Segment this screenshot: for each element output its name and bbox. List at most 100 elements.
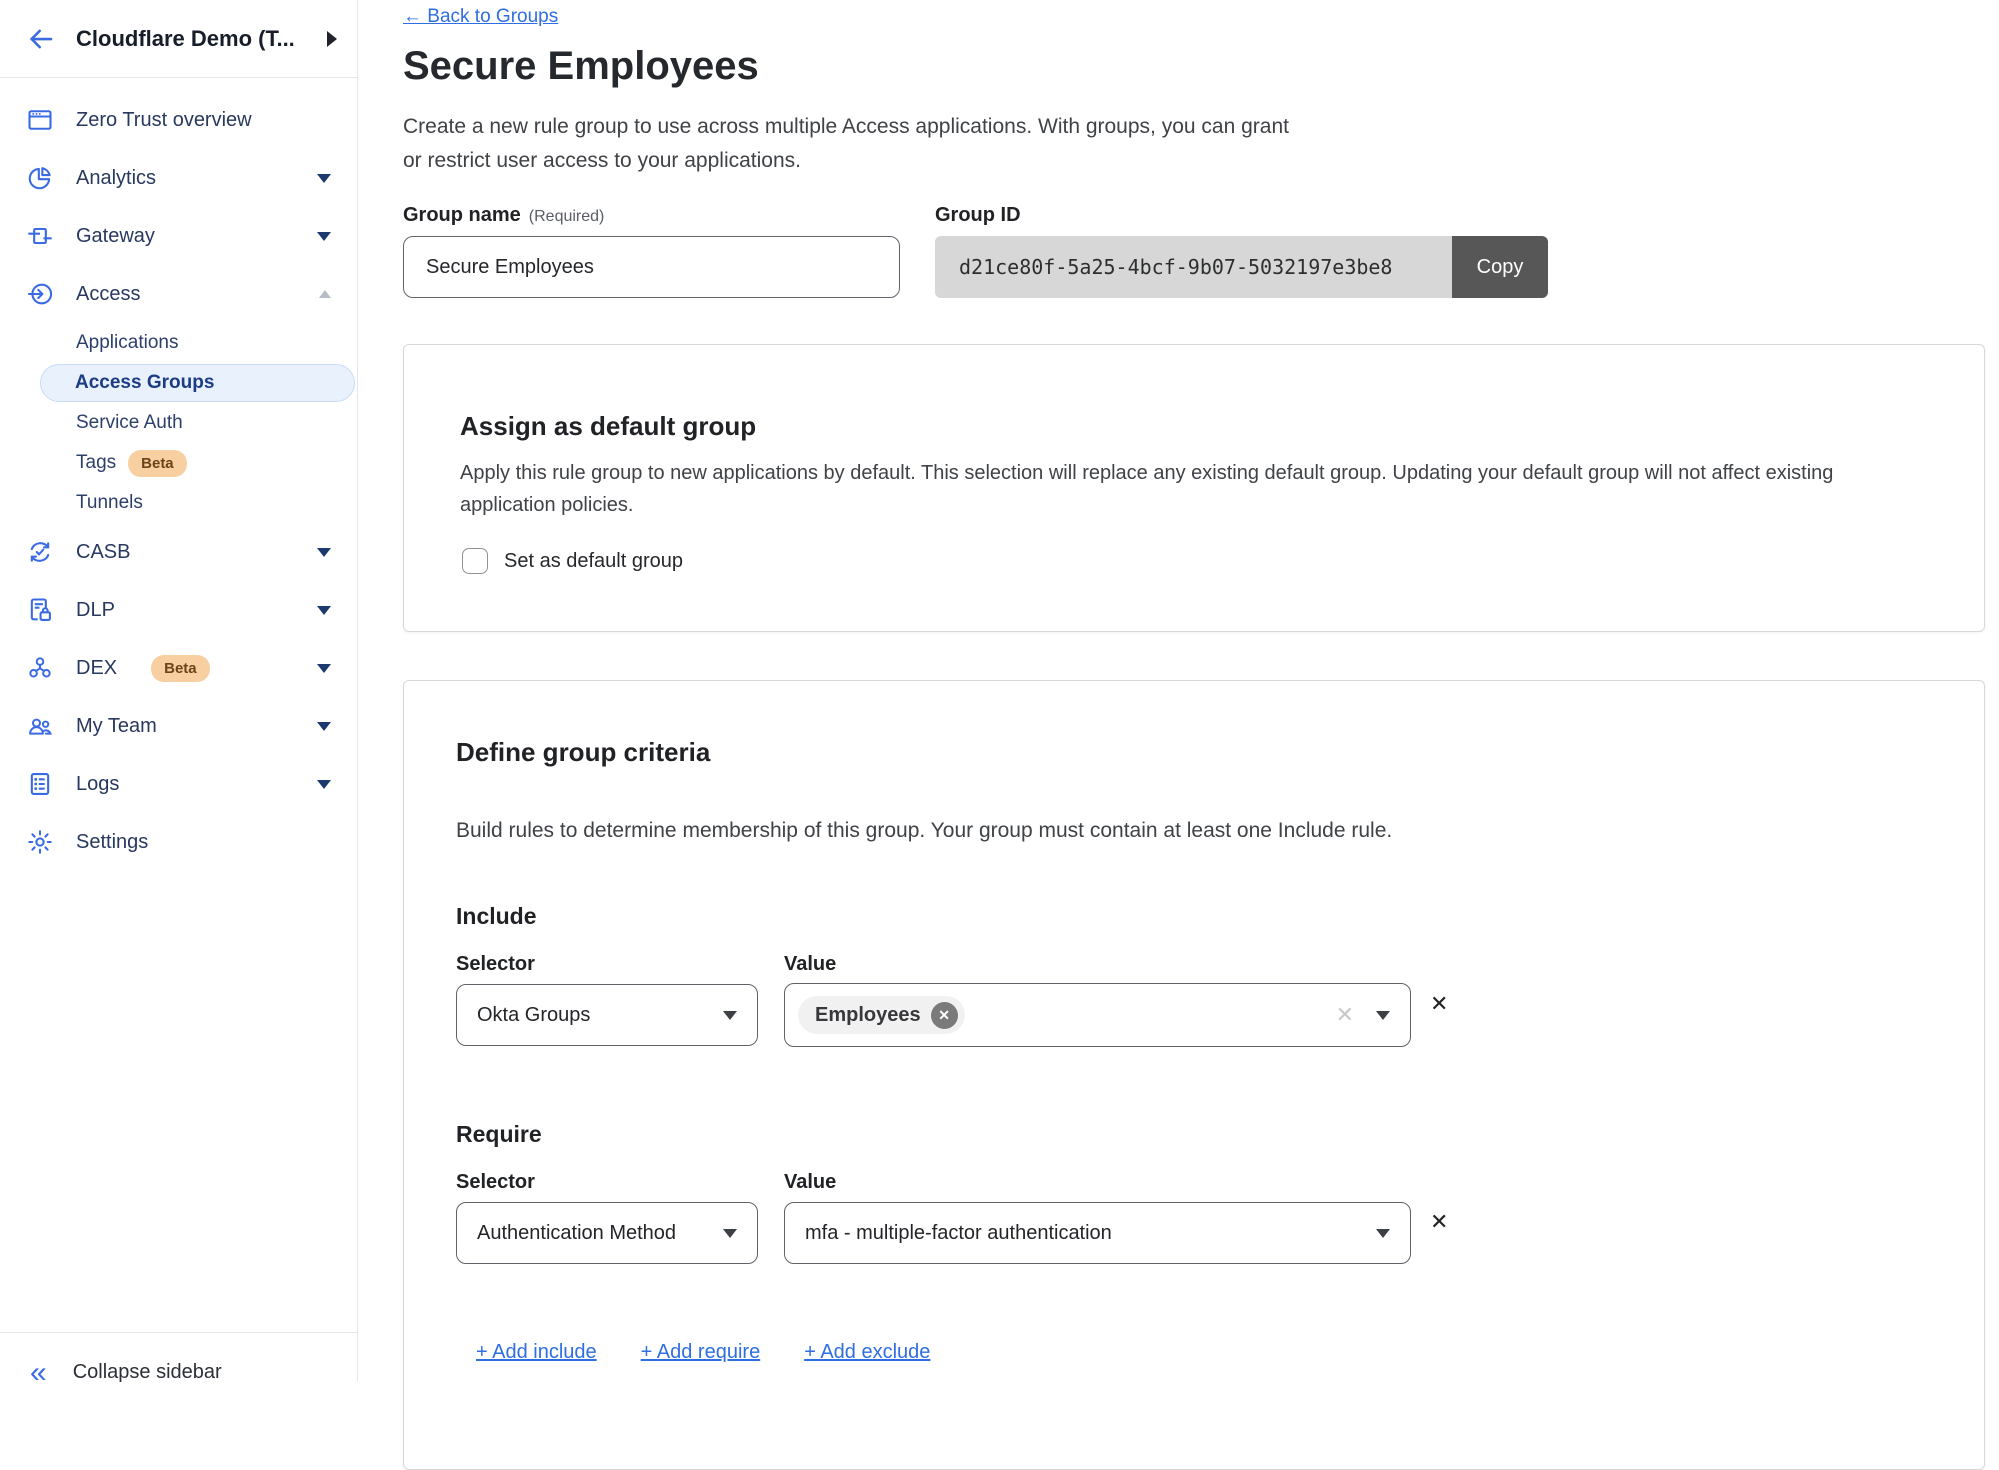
sidebar-nav: Zero Trust overview Analytics Gateway Ac…	[0, 91, 357, 871]
include-heading: Include	[456, 903, 537, 930]
logs-list-icon	[26, 770, 54, 798]
chevron-down-icon[interactable]	[317, 606, 331, 615]
collapse-sidebar-button[interactable]: « Collapse sidebar	[0, 1332, 357, 1412]
sidebar-item-access[interactable]: Access	[0, 265, 357, 323]
sidebar-item-access-groups[interactable]: Access Groups	[40, 364, 355, 402]
require-value-dropdown[interactable]: mfa - multiple-factor authentication	[784, 1202, 1411, 1264]
require-value: mfa - multiple-factor authentication	[805, 1222, 1112, 1245]
sidebar-item-label: Settings	[76, 831, 148, 854]
double-chevron-left-icon: «	[30, 1358, 47, 1388]
sidebar-item-logs[interactable]: Logs	[0, 755, 357, 813]
chevron-down-icon[interactable]	[317, 174, 331, 183]
chevron-down-icon	[723, 1229, 737, 1238]
chevron-down-icon	[723, 1011, 737, 1020]
require-selector-value: Authentication Method	[477, 1222, 676, 1245]
people-icon	[26, 712, 54, 740]
group-id-value: d21ce80f-5a25-4bcf-9b07-5032197e3be8	[935, 236, 1452, 298]
remove-include-rule-button[interactable]: ✕	[1430, 991, 1448, 1017]
group-name-input[interactable]	[403, 236, 900, 298]
page-description-line2: or restrict user access to your applicat…	[403, 144, 1289, 178]
sidebar-item-dlp[interactable]: DLP	[0, 581, 357, 639]
sidebar-item-zero-trust-overview[interactable]: Zero Trust overview	[0, 91, 357, 149]
add-rule-links: + Add include + Add require + Add exclud…	[476, 1341, 930, 1364]
include-value-multiselect[interactable]: Employees ✕ ✕	[784, 983, 1411, 1047]
sidebar-item-dex[interactable]: DEX Beta	[0, 639, 357, 697]
sidebar-item-label: Zero Trust overview	[76, 109, 252, 132]
sidebar-item-analytics[interactable]: Analytics	[0, 149, 357, 207]
document-lock-icon	[26, 596, 54, 624]
card-description: Apply this rule group to new application…	[460, 457, 1833, 521]
chevron-down-icon[interactable]	[317, 232, 331, 241]
sidebar-item-gateway[interactable]: Gateway	[0, 207, 357, 265]
dex-network-icon	[26, 654, 54, 682]
chevron-right-icon[interactable]	[327, 31, 337, 47]
card-description: Build rules to determine membership of t…	[456, 819, 1392, 843]
main-content: ← Back to Groups Secure Employees Create…	[359, 0, 1999, 1381]
sidebar-item-label: Applications	[76, 332, 178, 354]
require-value-label: Value	[784, 1171, 836, 1194]
gear-icon	[26, 828, 54, 856]
chevron-down-icon	[1376, 1011, 1390, 1020]
require-selector-dropdown[interactable]: Authentication Method	[456, 1202, 758, 1264]
card-description-line2: application policies.	[460, 489, 1833, 521]
sidebar-item-applications[interactable]: Applications	[0, 323, 357, 363]
sidebar-item-label: Access Groups	[75, 372, 214, 394]
card-description-line1: Apply this rule group to new application…	[460, 457, 1833, 489]
chip-remove-icon[interactable]: ✕	[931, 1002, 958, 1029]
chip-label: Employees	[815, 1004, 921, 1027]
sidebar-header: Cloudflare Demo (T...	[0, 0, 357, 78]
group-name-label: Group name(Required)	[403, 204, 604, 227]
chevron-down-icon[interactable]	[317, 664, 331, 673]
sidebar-item-label: Logs	[76, 773, 119, 796]
clear-value-icon[interactable]: ✕	[1336, 1002, 1354, 1028]
sidebar-item-label: Access	[76, 283, 140, 306]
back-arrow-icon[interactable]	[26, 24, 56, 54]
sidebar-item-tunnels[interactable]: Tunnels	[0, 483, 357, 523]
page-title: Secure Employees	[403, 44, 759, 89]
add-exclude-link[interactable]: + Add exclude	[804, 1341, 930, 1364]
include-value-label: Value	[784, 953, 836, 976]
include-selector-value: Okta Groups	[477, 1004, 590, 1027]
set-default-group-row[interactable]: Set as default group	[462, 548, 683, 574]
gateway-icon	[26, 222, 54, 250]
chevron-down-icon[interactable]	[317, 780, 331, 789]
pie-chart-icon	[26, 164, 54, 192]
remove-require-rule-button[interactable]: ✕	[1430, 1209, 1448, 1235]
chevron-down-icon[interactable]	[317, 722, 331, 731]
chevron-down-icon[interactable]	[317, 548, 331, 557]
group-id-field: d21ce80f-5a25-4bcf-9b07-5032197e3be8 Cop…	[935, 236, 1548, 298]
beta-badge: Beta	[128, 450, 187, 477]
sidebar-item-label: Tunnels	[76, 492, 143, 514]
sidebar-item-label: Analytics	[76, 167, 156, 190]
assign-default-group-card: Assign as default group Apply this rule …	[403, 344, 1985, 632]
set-default-group-checkbox[interactable]	[462, 548, 488, 574]
define-group-criteria-card: Define group criteria Build rules to det…	[403, 680, 1985, 1470]
card-title: Assign as default group	[460, 411, 756, 442]
group-id-label: Group ID	[935, 204, 1021, 227]
add-require-link[interactable]: + Add require	[641, 1341, 761, 1364]
sidebar-item-tags[interactable]: Tags Beta	[0, 443, 357, 483]
sidebar-item-label: CASB	[76, 541, 130, 564]
access-login-icon	[26, 280, 54, 308]
sidebar-item-settings[interactable]: Settings	[0, 813, 357, 871]
set-default-group-label: Set as default group	[504, 550, 683, 573]
sidebar: Cloudflare Demo (T... Zero Trust overvie…	[0, 0, 358, 1381]
include-selector-dropdown[interactable]: Okta Groups	[456, 984, 758, 1046]
sidebar-item-label: My Team	[76, 715, 157, 738]
sidebar-item-my-team[interactable]: My Team	[0, 697, 357, 755]
access-submenu: Applications Access Groups Service Auth …	[0, 323, 357, 523]
sidebar-item-label: Service Auth	[76, 412, 183, 434]
sidebar-item-service-auth[interactable]: Service Auth	[0, 403, 357, 443]
account-name[interactable]: Cloudflare Demo (T...	[76, 26, 307, 52]
page-description: Create a new rule group to use across mu…	[403, 110, 1289, 178]
sidebar-item-label: DEX	[76, 657, 117, 680]
value-chip-employees: Employees ✕	[798, 996, 965, 1034]
chevron-up-icon[interactable]	[319, 290, 331, 298]
require-selector-label: Selector	[456, 1171, 535, 1194]
copy-button[interactable]: Copy	[1452, 236, 1548, 298]
chevron-down-icon	[1376, 1229, 1390, 1238]
casb-sync-check-icon	[26, 538, 54, 566]
back-to-groups-link[interactable]: ← Back to Groups	[403, 6, 558, 28]
sidebar-item-casb[interactable]: CASB	[0, 523, 357, 581]
add-include-link[interactable]: + Add include	[476, 1341, 597, 1364]
